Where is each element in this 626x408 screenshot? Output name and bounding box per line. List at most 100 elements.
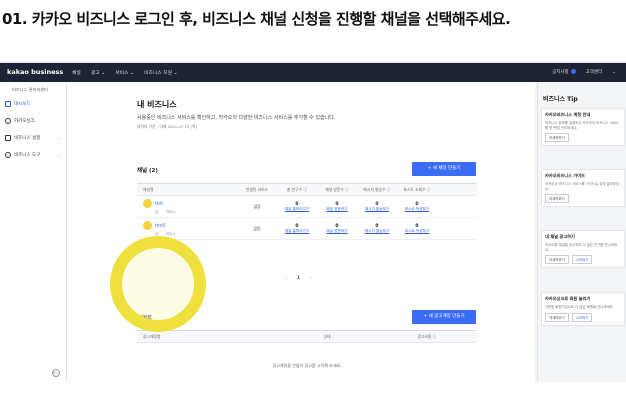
header-friends: 총 친구수 ⓘ [286,186,308,192]
tip-card: 카카오싱크로 회원 늘리기 간편한 회원가입으로 더 많은 회원을 만나보세요.… [541,292,625,326]
channel-visit-link[interactable]: 채널 방문하기 [317,207,357,212]
channel-cell[interactable]: test2 @ 파트너 [137,221,237,236]
tip-card-body: 카카오톡 채널을 광고하여 더 많은 친구를 만나보세요. [545,243,617,252]
data-date: 데이터 기준 : 어제 2021.07.15 (목) [137,124,197,129]
tutorial-caption: 01. 카카오 비즈니스 로그인 후, 비즈니스 채널 신청을 진행할 채널을 … [2,10,511,28]
chevron-down-icon: ⌄ [57,152,61,157]
channel-visit-link[interactable]: 채널 방문하기 [317,229,357,234]
write-post-link[interactable]: 포스트 작성하기 [397,229,437,234]
sidebar-item-label: 대시보드 [14,101,31,107]
channel-section-title: 채널 (2) [137,168,158,174]
nav-services[interactable]: 서비스 ⌄ [115,69,134,76]
tip-card-body: 카카오의 비즈니스 서비스를 가이드로 쉽게 알아보세요. [545,182,620,191]
tips-title: 비즈니스 Tip [543,96,578,103]
tip-card-title: 내 채널 광고하기 [545,234,575,239]
sidebar-item-dashboard[interactable]: 대시보드 [5,98,63,109]
top-right-menu: 공지사항 고객센터 ⌄ [552,69,616,75]
tip-card-title: 카카오비즈니스 가이드 [545,173,585,178]
tools-icon [5,151,11,158]
channel-home-link[interactable]: 채널 홈보러가기 [277,207,317,212]
nav-business-support[interactable]: 비즈니스 지원 ⌄ [144,69,178,76]
sidebar: 비즈니스 관리자센터 대시보드 카카오싱크 비즈니스 설정 ⌄ 비즈니스 도구 … [0,82,67,382]
table-row: test2 @ 파트너 없음 0 채널 홈보러가기 0 채널 방문하기 0 메시지 발… [137,218,477,240]
tip-card-body: 간편한 회원가입으로 더 많은 회원을 만나보세요. [545,305,614,309]
channel-name[interactable]: test2 [155,223,166,228]
tip-card-title: 카카오싱크로 회원 늘리기 [545,296,591,301]
pagination: ‹ 1 › [285,276,312,281]
moment-empty-message: 광고계정을 만들어 광고를 시작해 보세요. [272,363,342,368]
header-messages: 메시지 발송수 ⓘ [363,186,391,192]
tip-card: 내 채널 광고하기 카카오톡 채널을 광고하여 더 많은 친구를 만나보세요. … [541,230,625,269]
channel-table: 채널명 연결된 서비스 총 친구수 ⓘ 채널 방문수 ⓘ 메시지 발송수 ⓘ 포… [137,183,477,240]
page-description: 사용중인 비즈니스 서비스를 확인하고, 카카오의 다양한 비즈니스 서비스를 … [137,115,336,121]
moment-table: 광고계정명 상태 광고비용 ⓘ [137,330,477,343]
chevron-down-icon: ⌄ [57,135,61,140]
channel-id: @ [155,210,159,214]
prev-page-button[interactable]: ‹ [285,276,287,281]
header-ad-cost: 광고비용 ⓘ [417,333,437,339]
sidebar-title: 비즈니스 관리자센터 [12,87,49,92]
current-page[interactable]: 1 [297,276,300,281]
sidebar-item-label: 비즈니스 설정 [14,135,41,141]
notice-badge [570,69,576,74]
send-message-link[interactable]: 메시지 발송하기 [357,207,397,212]
nav-ads[interactable]: 광고 ⌄ [91,69,105,76]
channel-cell[interactable]: test @ 파트너 [137,199,237,214]
nav-notice-label: 공지사항 [552,70,569,75]
sidebar-item-business-settings[interactable]: 비즈니스 설정 ⌄ [5,132,63,143]
sidebar-item-label: 카카오싱크 [14,118,35,124]
main-content: 내 비즈니스 사용중인 비즈니스 서비스를 확인하고, 카카오의 다양한 비즈니… [67,82,535,382]
account-dropdown-icon[interactable]: ⌄ [612,70,616,75]
connected-service: 없음 [253,203,261,209]
top-nav-menu: 채널 광고 ⌄ 서비스 ⌄ 비즈니스 지원 ⌄ [72,69,178,76]
nav-notice[interactable]: 공지사항 [552,69,576,75]
nav-help-center[interactable]: 고객센터 [586,69,603,75]
tip-detail-button[interactable]: 자세히보기 [545,133,569,143]
header-ad-account-name: 광고계정명 [143,333,161,339]
header-channel-name: 채널명 [143,186,154,192]
new-ad-account-button[interactable]: + 새 광고계정 만들기 [412,310,476,324]
channel-meta: @ 파트너 [155,209,237,214]
next-page-button[interactable]: › [310,276,312,281]
brand-logo[interactable]: kakao business [7,68,63,76]
channel-table-header: 채널명 연결된 서비스 총 친구수 ⓘ 채널 방문수 ⓘ 메시지 발송수 ⓘ 포… [137,184,477,196]
tip-card: 카카오비즈니스 가이드 카카오의 비즈니스 서비스를 가이드로 쉽게 알아보세요… [541,169,625,208]
sidebar-item-label: 비즈니스 도구 [14,152,41,158]
tip-card-body: 비즈니스 정보를 설정하고 카카오의 비즈니스 서비스를 한 번에 관리하세요. [545,121,620,130]
nav-channel[interactable]: 채널 [72,69,81,76]
tips-panel: 비즈니스 Tip 카카오비즈니스 계정 안내 비즈니스 정보를 설정하고 카카오… [537,82,626,382]
moment-table-header: 광고계정명 상태 광고비용 ⓘ [137,331,477,343]
channel-name[interactable]: test [155,201,163,206]
connected-service: 없음 [253,225,261,231]
tip-card-title: 카카오비즈니스 계정 안내 [545,112,591,117]
tip-detail-button[interactable]: 자세히보기 [545,255,569,265]
top-navigation-bar: kakao business 채널 광고 ⌄ 서비스 ⌄ 비즈니스 지원 ⌄ 공… [0,63,626,82]
send-message-link[interactable]: 메시지 발송하기 [357,229,397,234]
tip-start-button[interactable]: 시작하기 [571,312,593,322]
sidebar-collapse-button[interactable]: ⟵ [52,369,60,377]
tip-start-button[interactable]: 시작하기 [571,255,593,265]
new-channel-button[interactable]: + 새 채널 만들기 [412,162,476,176]
settings-icon [5,134,11,141]
write-post-link[interactable]: 포스트 작성하기 [397,207,437,212]
tutorial-frame: 01. 카카오 비즈니스 로그인 후, 비즈니스 채널 신청을 진행할 채널을 … [0,0,626,408]
channel-role: 파트너 [165,232,176,236]
tip-card: 카카오비즈니스 계정 안내 비즈니스 정보를 설정하고 카카오의 비즈니스 서비… [541,108,625,147]
sidebar-item-kakaosync[interactable]: 카카오싱크 [5,115,63,126]
app-screen: kakao business 채널 광고 ⌄ 서비스 ⌄ 비즈니스 지원 ⌄ 공… [0,62,626,382]
page-title: 내 비즈니스 [137,100,177,109]
channel-home-link[interactable]: 채널 홈보러가기 [277,229,317,234]
header-status: 상태 [323,333,331,339]
channel-avatar [143,199,152,208]
channel-meta: @ 파트너 [155,231,237,236]
channel-avatar [143,221,152,230]
header-connected-service: 연결된 서비스 [245,186,269,192]
tip-detail-button[interactable]: 자세히보기 [545,312,569,322]
link-icon [5,117,11,124]
tip-detail-button[interactable]: 자세히보기 [545,194,569,204]
sidebar-item-business-tools[interactable]: 비즈니스 도구 ⌄ [5,149,63,160]
header-visits: 채널 방문수 ⓘ [325,186,349,192]
dashboard-icon [5,100,11,107]
table-row: test @ 파트너 없음 0 채널 홈보러가기 0 채널 방문하기 0 메시지 발송… [137,196,477,218]
channel-role: 파트너 [165,210,176,214]
